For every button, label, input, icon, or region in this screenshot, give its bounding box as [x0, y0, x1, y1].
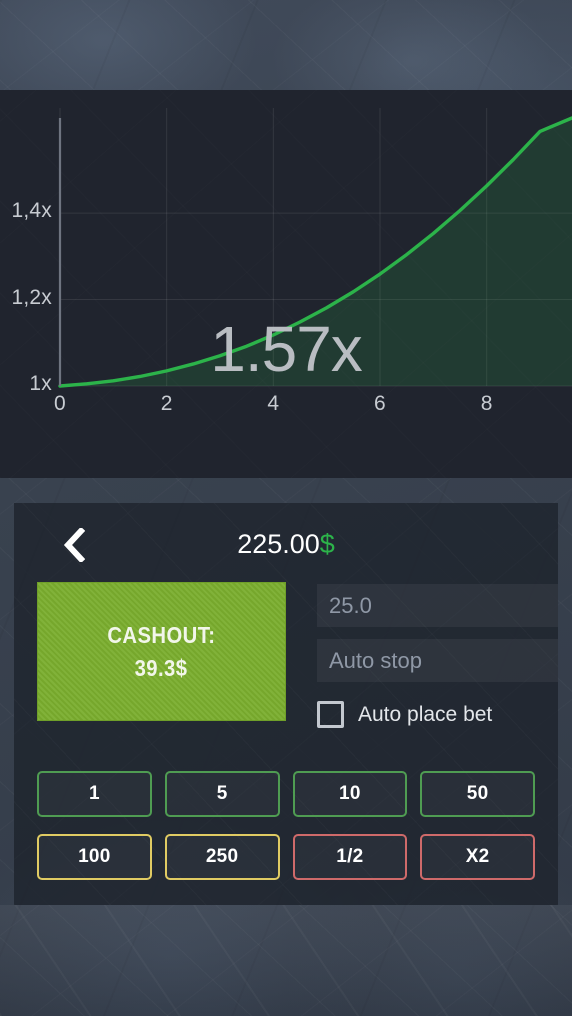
bet-amount-row: $ [317, 584, 537, 627]
auto-stop-row: X [317, 639, 537, 682]
bet-chip[interactable]: 100 [37, 834, 152, 880]
crash-chart-panel: 1x1,2x1,4x 02468 1.57x 1.1036.892.382.63… [0, 90, 572, 478]
bet-chip[interactable]: 1 [37, 771, 152, 817]
auto-place-bet-toggle[interactable]: Auto place bet [317, 701, 492, 728]
bet-control-panel: 225.00$ CASHOUT: 39.3$ $ X Auto place be… [14, 503, 558, 905]
panel-header: 225.00$ [14, 503, 558, 585]
bet-chip-row-secondary: 100 250 1/2 X2 [37, 834, 535, 880]
x-axis-tick: 0 [40, 392, 80, 416]
auto-place-bet-label: Auto place bet [358, 703, 492, 727]
bet-chip[interactable]: 50 [420, 771, 535, 817]
auto-place-bet-checkbox[interactable] [317, 701, 344, 728]
bet-chip[interactable]: 10 [293, 771, 408, 817]
x-axis-tick: 8 [467, 392, 507, 416]
cashout-button[interactable]: CASHOUT: 39.3$ [37, 582, 286, 721]
x-axis-tick: 4 [253, 392, 293, 416]
balance-currency: $ [320, 529, 335, 559]
balance-display: 225.00$ [14, 529, 558, 560]
cashout-amount: 39.3$ [135, 655, 188, 682]
y-axis-tick: 1,4x [0, 199, 52, 223]
bet-chip[interactable]: X2 [420, 834, 535, 880]
y-axis-tick: 1,2x [0, 286, 52, 310]
curve-area-fill [60, 118, 572, 386]
multiplier-plot [0, 90, 572, 478]
bet-chip-row-primary: 15 10 50 [37, 771, 535, 817]
bet-chip[interactable]: 5 [165, 771, 280, 817]
x-axis-tick: 2 [147, 392, 187, 416]
bet-chip[interactable]: 250 [165, 834, 280, 880]
bet-amount-input[interactable] [317, 584, 558, 627]
app-background-lower [0, 905, 572, 1016]
cashout-label: CASHOUT: [107, 622, 215, 649]
auto-stop-input[interactable] [317, 639, 558, 682]
x-axis-tick: 6 [360, 392, 400, 416]
bet-chip[interactable]: 1/2 [293, 834, 408, 880]
balance-amount: 225.00 [237, 529, 320, 559]
